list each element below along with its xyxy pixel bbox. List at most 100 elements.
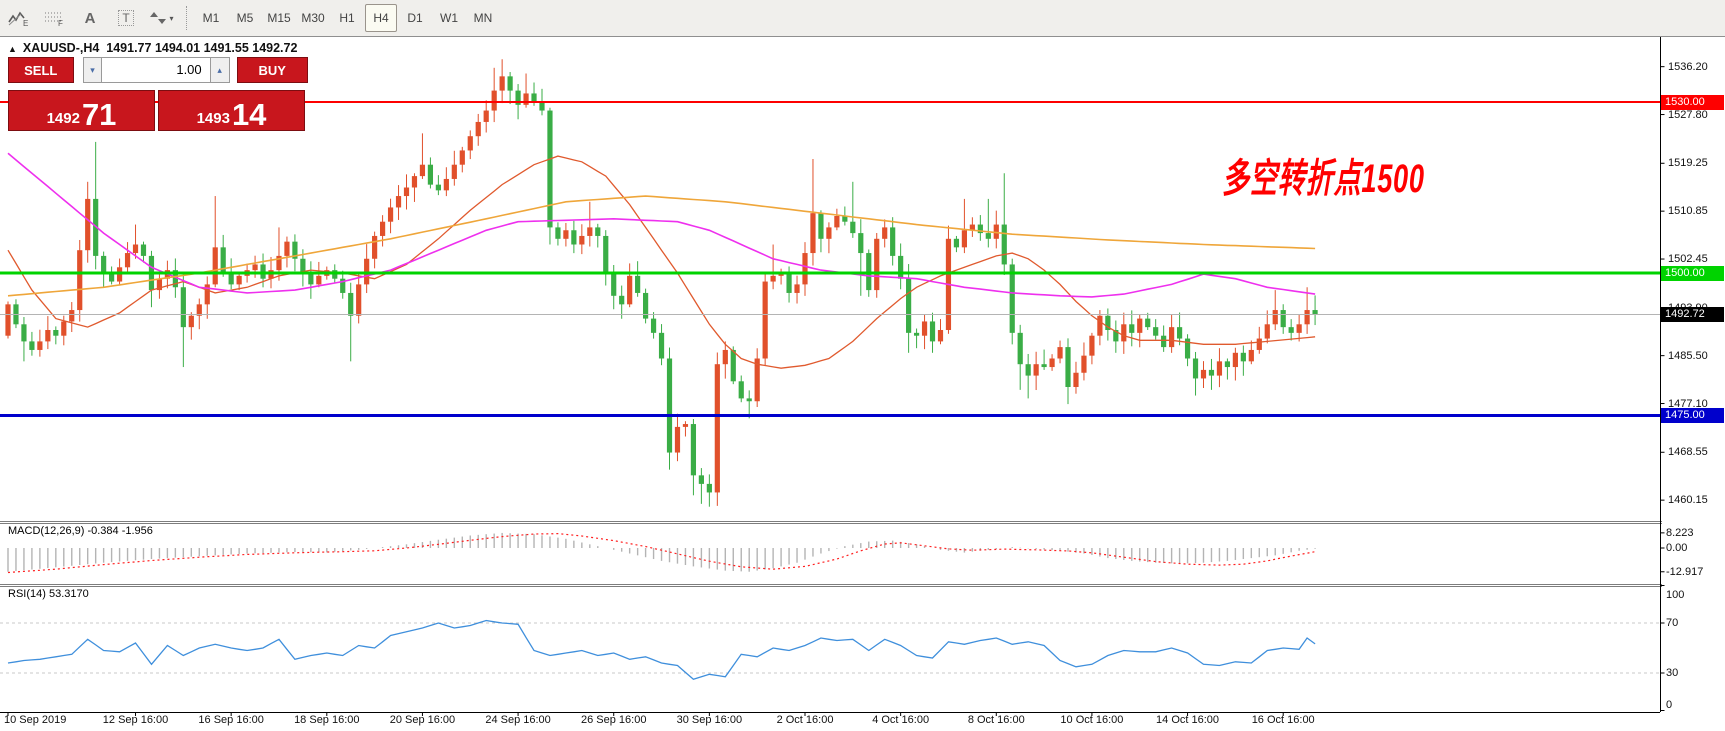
candle-body	[1089, 336, 1094, 356]
sell-button[interactable]: SELL	[8, 57, 74, 83]
candle-body	[1081, 356, 1086, 373]
indicators-icon[interactable]: E	[1, 4, 35, 32]
time-tick-label: 4 Oct 16:00	[853, 714, 949, 726]
candle-body	[619, 296, 624, 305]
buy-price-display[interactable]: 1493 14	[158, 90, 305, 131]
time-tick-label: 30 Sep 16:00	[661, 714, 757, 726]
timeframe-button-m5[interactable]: M5	[229, 4, 261, 32]
candle-body	[579, 236, 584, 245]
candle-body	[484, 111, 489, 122]
grid-icon[interactable]: F	[37, 4, 71, 32]
timeframe-button-h1[interactable]: H1	[331, 4, 363, 32]
candle-body	[1034, 364, 1039, 375]
candle-body	[229, 273, 234, 284]
candle-body	[1201, 370, 1206, 379]
candle-body	[731, 350, 736, 381]
mt4-terminal-window: E F A T ▾ M1M5M15M30H1H4D1W1MN ▲XAUU	[0, 0, 1725, 731]
candle-body	[531, 93, 536, 102]
candle-body	[1026, 364, 1031, 375]
candle-body	[1073, 373, 1078, 387]
candle-body	[1265, 324, 1270, 338]
chart-annotation-text[interactable]: 多空转折点1500	[1222, 146, 1425, 204]
candle-body	[723, 350, 728, 364]
timeframe-button-mn[interactable]: MN	[467, 4, 499, 32]
volume-increase-button[interactable]: ▴	[210, 57, 230, 83]
candle-body	[555, 227, 560, 238]
arrows-tool-icon[interactable]: ▾	[145, 4, 179, 32]
candle-body	[1281, 310, 1286, 327]
level-price-label: 1475.00	[1661, 408, 1724, 423]
toolbar: E F A T ▾ M1M5M15M30H1H4D1W1MN	[0, 0, 1725, 37]
sell-price-small: 1492	[47, 109, 80, 129]
candle-body	[444, 179, 449, 190]
candle-body	[882, 227, 887, 238]
candle-body	[5, 304, 10, 335]
candle-body	[523, 93, 528, 104]
price-tick-label: 1485.50	[1668, 349, 1725, 363]
candle-body	[810, 213, 815, 253]
candle-body	[898, 256, 903, 279]
candle-body	[348, 293, 353, 316]
candle-body	[460, 150, 465, 164]
price-tick-label: 1510.85	[1668, 204, 1725, 218]
candle-body	[1129, 324, 1134, 333]
time-tick-label: 26 Sep 16:00	[566, 714, 662, 726]
timeframe-button-m15[interactable]: M15	[263, 4, 295, 32]
candle-body	[356, 284, 361, 315]
volume-input[interactable]: 1.00	[102, 57, 209, 83]
price-tick-label: 1519.25	[1668, 156, 1725, 170]
candle-body	[747, 398, 752, 401]
candle-body	[213, 247, 218, 284]
candle-body	[1289, 327, 1294, 333]
candle-body	[1145, 319, 1150, 328]
candle-body	[308, 273, 313, 284]
quick-trade-collapse-arrow[interactable]: ▲	[8, 44, 17, 54]
candle-body	[141, 245, 146, 256]
level-price-label: 1530.00	[1661, 95, 1724, 110]
candle-body	[914, 333, 919, 336]
candle-body	[500, 76, 505, 90]
volume-decrease-button[interactable]: ▾	[83, 57, 103, 83]
candle-body	[412, 176, 417, 187]
candle-body	[739, 381, 744, 398]
candle-body	[986, 233, 991, 239]
candle-body	[1312, 310, 1317, 314]
candle-body	[627, 276, 632, 305]
candle-body	[252, 264, 257, 270]
candle-body	[587, 227, 592, 236]
time-tick-label: 16 Sep 16:00	[183, 714, 279, 726]
candle-body	[1209, 370, 1214, 376]
buy-button[interactable]: BUY	[237, 57, 308, 83]
time-tick-label: 24 Sep 16:00	[470, 714, 566, 726]
candle-body	[316, 276, 321, 285]
time-tick-label: 20 Sep 16:00	[374, 714, 470, 726]
timeframe-button-m30[interactable]: M30	[297, 4, 329, 32]
candle-body	[1097, 316, 1102, 336]
candle-body	[404, 188, 409, 197]
timeframe-button-m1[interactable]: M1	[195, 4, 227, 32]
sell-price-display[interactable]: 1492 71	[8, 90, 155, 131]
candle-body	[37, 341, 42, 350]
candle-body	[794, 284, 799, 293]
timeframe-button-w1[interactable]: W1	[433, 4, 465, 32]
candle-body	[1042, 364, 1047, 367]
text-label-icon[interactable]: A	[73, 4, 107, 32]
arrows-dropdown-caret[interactable]: ▾	[169, 14, 173, 23]
candle-body	[802, 253, 807, 284]
indicator-axis-label: 0	[1666, 699, 1725, 712]
candle-body	[930, 321, 935, 341]
candle-body	[818, 213, 823, 239]
indicator-axis-label: 0.00	[1666, 542, 1725, 555]
symbol-name: XAUUSD-,H4	[23, 41, 99, 55]
candle-body	[388, 207, 393, 221]
timeframe-button-h4[interactable]: H4	[365, 4, 397, 32]
timeframe-button-d1[interactable]: D1	[399, 4, 431, 32]
candle-body	[53, 330, 58, 336]
candle-body	[1177, 327, 1182, 338]
candle-body	[595, 227, 600, 236]
candle-body	[508, 76, 513, 90]
time-tick-label: 8 Oct 16:00	[948, 714, 1044, 726]
candle-body	[786, 273, 791, 293]
candle-body	[452, 165, 457, 179]
text-box-icon[interactable]: T	[109, 4, 143, 32]
